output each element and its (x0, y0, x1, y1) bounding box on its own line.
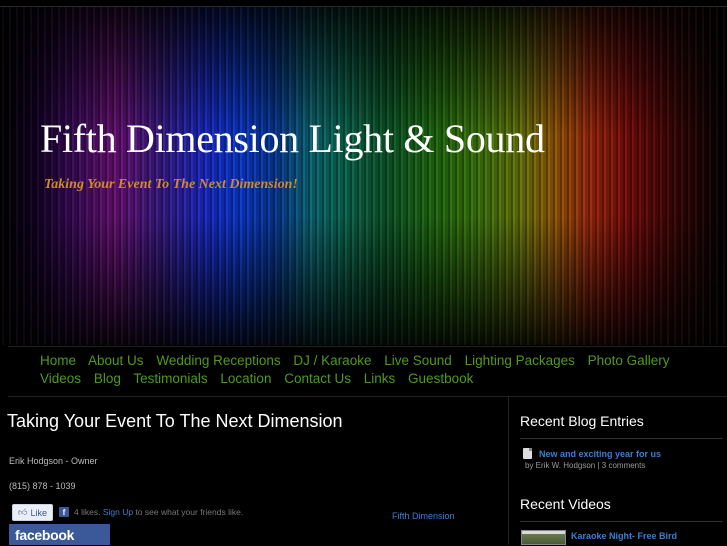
blog-heading-rule (520, 438, 723, 439)
likes-count: 4 likes. (74, 507, 101, 517)
nav-item-links[interactable]: Links (364, 371, 396, 386)
nav-item-photo-gallery[interactable]: Photo Gallery (588, 353, 670, 368)
document-icon (523, 448, 532, 459)
nav-item-contact-us[interactable]: Contact Us (284, 371, 351, 386)
site-title[interactable]: Fifth Dimension Light & Sound (40, 115, 545, 162)
recent-blog-heading: Recent Blog Entries (520, 413, 644, 429)
spectrum-stripes (0, 7, 727, 345)
sidebar-divider (508, 397, 509, 545)
nav-item-videos[interactable]: Videos (40, 371, 81, 386)
facebook-page-link[interactable]: Fifth Dimension (392, 511, 455, 521)
nav-item-testimonials[interactable]: Testimonials (133, 371, 207, 386)
nav-item-home[interactable]: Home (40, 353, 76, 368)
blog-entry-author: by Erik W. Hodgson (525, 461, 596, 470)
nav-item-location[interactable]: Location (220, 371, 271, 386)
facebook-icon: f (59, 507, 69, 517)
video-entry-link[interactable]: Karaoke Night- Free Bird (571, 531, 677, 541)
videos-heading-rule (520, 521, 723, 522)
nav-bottom-divider (8, 396, 727, 397)
thumbs-up-icon: 👍︎ (18, 507, 28, 517)
nav-item-live-sound[interactable]: Live Sound (384, 353, 452, 368)
facebook-like-button[interactable]: 👍︎ Like (12, 504, 53, 521)
phone-text: (815) 878 - 1039 (9, 481, 76, 491)
site-tagline: Taking Your Event To The Next Dimension! (44, 177, 298, 192)
blog-entry-meta: by Erik W. Hodgson | 3 comments (525, 461, 646, 470)
signup-link[interactable]: Sign Up (103, 507, 133, 517)
facebook-banner[interactable]: facebook (9, 524, 110, 545)
signup-suffix: to see what your friends like. (135, 507, 244, 517)
likes-summary: 4 likes. Sign Up to see what your friend… (74, 507, 243, 517)
header-banner: Fifth Dimension Light & Sound Taking You… (0, 7, 727, 345)
main-nav: Home About Us Wedding Receptions DJ / Ka… (40, 352, 720, 388)
like-label: Like (30, 507, 47, 518)
owner-text: Erik Hodgson - Owner (9, 456, 98, 466)
nav-item-lighting-packages[interactable]: Lighting Packages (465, 353, 575, 368)
nav-item-blog[interactable]: Blog (94, 371, 121, 386)
nav-top-divider (8, 346, 727, 347)
nav-item-dj-karaoke[interactable]: DJ / Karaoke (293, 353, 371, 368)
page-title: Taking Your Event To The Next Dimension (7, 411, 343, 431)
nav-item-guestbook[interactable]: Guestbook (408, 371, 473, 386)
video-thumbnail[interactable] (521, 530, 566, 545)
nav-item-wedding-receptions[interactable]: Wedding Receptions (156, 353, 280, 368)
nav-item-about-us[interactable]: About Us (88, 353, 144, 368)
blog-entry-link[interactable]: New and exciting year for us (539, 449, 661, 459)
blog-entry-comments[interactable]: 3 comments (602, 461, 646, 470)
recent-videos-heading: Recent Videos (520, 496, 611, 512)
